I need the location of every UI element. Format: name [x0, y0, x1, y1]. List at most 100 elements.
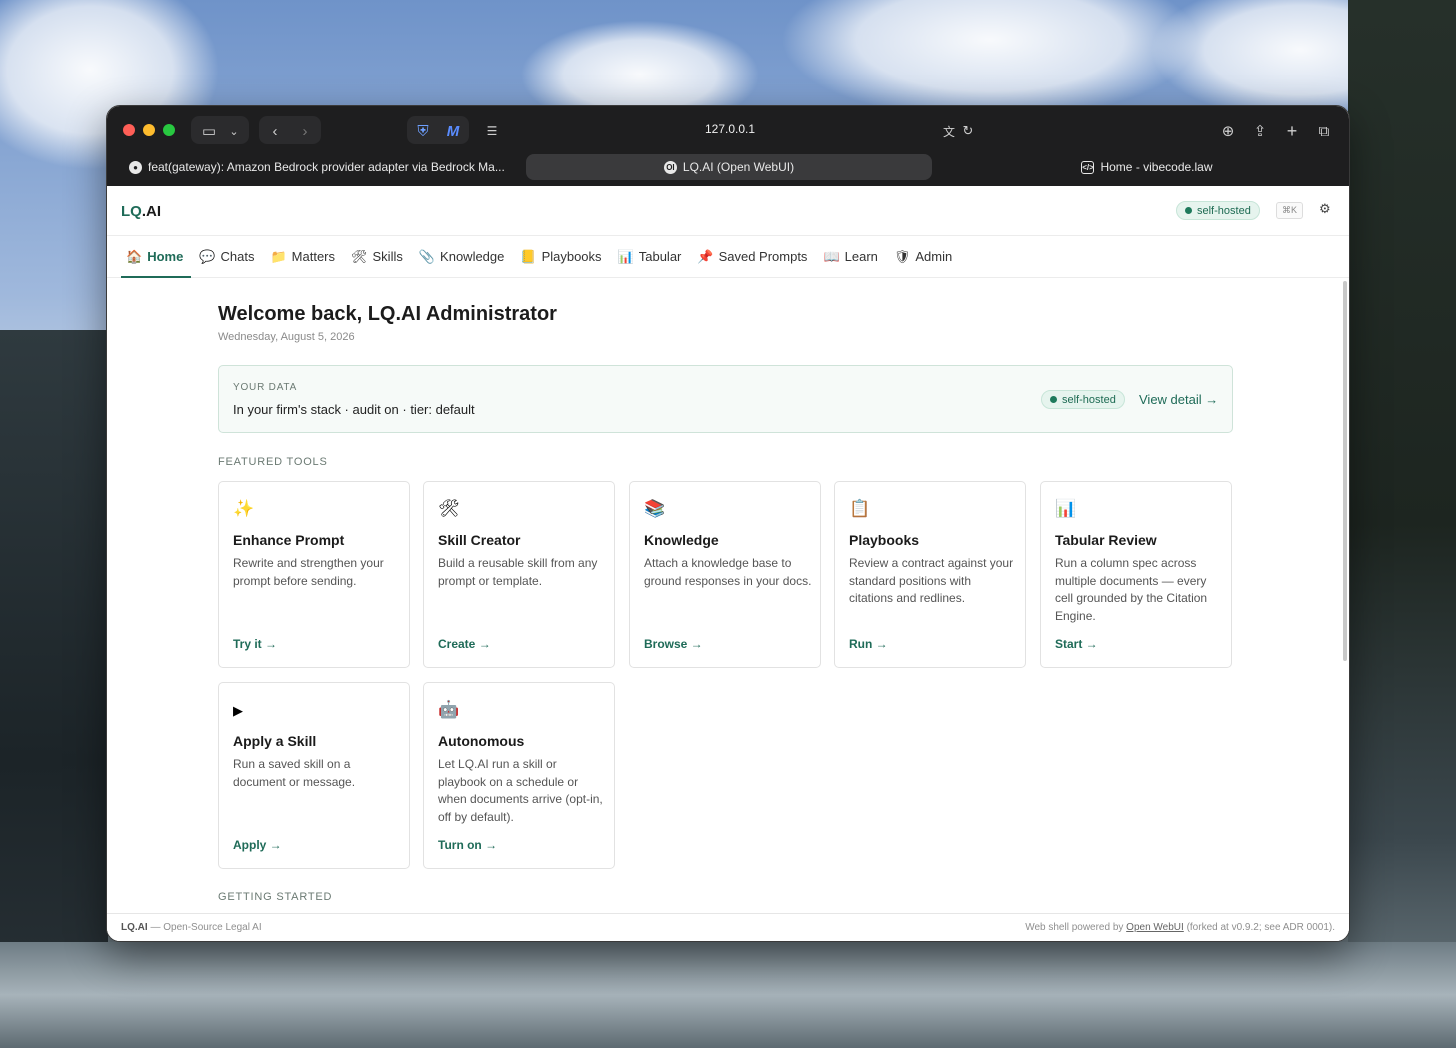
back-icon[interactable]: ‹	[265, 119, 285, 143]
tab-label: feat(gateway): Amazon Bedrock provider a…	[148, 160, 505, 174]
share-icon[interactable]: ⇪	[1249, 119, 1271, 143]
card-title: Skill Creator	[438, 532, 521, 548]
create-link[interactable]: Create →	[438, 637, 491, 651]
card-title: Enhance Prompt	[233, 532, 345, 548]
brand-logo[interactable]: LQ.AI	[121, 203, 161, 220]
m-extension-icon[interactable]: M	[443, 119, 463, 143]
zoom-window-button[interactable]	[163, 124, 175, 136]
download-icon[interactable]: ⊕	[1217, 119, 1239, 143]
card-description: Build a reusable skill from any prompt o…	[438, 556, 598, 588]
nav-label: Knowledge	[440, 249, 505, 264]
pushpin-icon: 📌	[697, 248, 714, 264]
tab-learn[interactable]: 📖 Learn	[818, 236, 888, 277]
page-scrollbar[interactable]	[1343, 281, 1347, 661]
play-icon: ▶	[233, 703, 243, 718]
footer-brand: LQ.AI	[121, 922, 148, 933]
try-it-link[interactable]: Try it →	[233, 637, 277, 651]
page-menu-icon[interactable]: ☰	[483, 119, 501, 143]
tab-vibecode[interactable]: </> Home - vibecode.law	[947, 154, 1347, 180]
card-tabular-review[interactable]: 📊 Tabular Review Run a column spec acros…	[1040, 481, 1232, 668]
tab-admin[interactable]: 🛡 Admin	[889, 236, 963, 277]
close-window-button[interactable]	[123, 124, 135, 136]
card-enhance-prompt[interactable]: ✨ Enhance Prompt Rewrite and strengthen …	[218, 481, 410, 668]
turn-on-link[interactable]: Turn on →	[438, 838, 497, 852]
bar-chart-icon: 📊	[617, 248, 634, 264]
translate-icon[interactable]: 文	[939, 119, 959, 143]
card-title: Apply a Skill	[233, 733, 317, 749]
status-dot-icon	[1050, 396, 1057, 403]
tab-home[interactable]: 🏠 Home	[121, 236, 194, 278]
tab-matters[interactable]: 📁 Matters	[265, 236, 346, 277]
view-detail-link[interactable]: View detail →	[1139, 392, 1218, 407]
tab-playbooks[interactable]: 📒 Playbooks	[515, 236, 612, 277]
command-palette-shortcut[interactable]: ⌘K	[1276, 202, 1304, 219]
current-date: Wednesday, August 5, 2026	[218, 331, 355, 343]
sparkles-icon: ✨	[233, 499, 255, 518]
sidebar-icon[interactable]: ▭	[199, 119, 219, 143]
books-icon: 📚	[644, 499, 666, 518]
bar-chart-icon: 📊	[1055, 499, 1077, 518]
apply-link[interactable]: Apply →	[233, 838, 282, 852]
page-title: Welcome back, LQ.AI Administrator	[218, 303, 557, 325]
card-playbooks[interactable]: 📋 Playbooks Review a contract against yo…	[834, 481, 1026, 668]
github-icon: ●	[129, 160, 142, 174]
card-description: Let LQ.AI run a skill or playbook on a s…	[438, 757, 603, 824]
data-status-badge: self-hosted	[1041, 390, 1125, 409]
footer-right: Web shell powered by Open WebUI (forked …	[1025, 922, 1335, 933]
new-tab-icon[interactable]: +	[1281, 119, 1303, 143]
forward-icon[interactable]: ›	[295, 119, 315, 143]
card-knowledge[interactable]: 📚 Knowledge Attach a knowledge base to g…	[629, 481, 821, 668]
getting-started-heading: GETTING STARTED	[218, 891, 333, 903]
minimize-window-button[interactable]	[143, 124, 155, 136]
tab-label: LQ.AI (Open WebUI)	[682, 160, 795, 174]
card-description: Rewrite and strengthen your prompt befor…	[233, 556, 384, 588]
card-description: Run a saved skill on a document or messa…	[233, 757, 356, 789]
card-skill-creator[interactable]: 🛠 Skill Creator Build a reusable skill f…	[423, 481, 615, 668]
nav-label: Skills	[372, 249, 403, 264]
featured-tools-heading: FEATURED TOOLS	[218, 456, 328, 468]
home-content[interactable]: Welcome back, LQ.AI Administrator Wednes…	[107, 279, 1343, 913]
nav-label: Tabular	[638, 249, 682, 264]
open-webui-link[interactable]: Open WebUI	[1126, 922, 1184, 933]
card-title: Autonomous	[438, 733, 525, 749]
reload-icon[interactable]: ↻	[959, 119, 977, 143]
app-header: LQ.AI self-hosted ⌘K ⚙	[107, 186, 1349, 236]
tab-saved-prompts[interactable]: 📌 Saved Prompts	[692, 236, 818, 277]
tools-icon: 🛠	[351, 248, 368, 264]
nav-label: Admin	[915, 249, 953, 264]
app-root: LQ.AI self-hosted ⌘K ⚙ 🏠 Home 💬 Chats 📁 Mat…	[107, 186, 1349, 941]
tab-github-pr[interactable]: ● feat(gateway): Amazon Bedrock provider…	[129, 154, 519, 180]
run-link[interactable]: Run →	[849, 637, 888, 651]
status-dot-icon	[1185, 207, 1192, 214]
chat-bubble-icon: 💬	[199, 248, 216, 264]
status-badge: self-hosted	[1176, 201, 1260, 220]
your-data-panel: YOUR DATA In your firm's stack · audit o…	[218, 365, 1233, 433]
nav-label: Playbooks	[541, 249, 602, 264]
tab-tabular[interactable]: 📊 Tabular	[613, 236, 693, 277]
status-badge-label: self-hosted	[1197, 204, 1251, 217]
card-autonomous[interactable]: 🤖 Autonomous Let LQ.AI run a skill or pl…	[423, 682, 615, 869]
card-title: Tabular Review	[1055, 532, 1157, 548]
tab-chats[interactable]: 💬 Chats	[194, 236, 265, 277]
robot-icon: 🤖	[438, 700, 460, 719]
card-description: Run a column spec across multiple docume…	[1055, 556, 1208, 623]
browse-link[interactable]: Browse →	[644, 637, 703, 651]
main-nav: 🏠 Home 💬 Chats 📁 Matters 🛠 Skills 📎 Knowledge…	[107, 236, 1349, 278]
tab-knowledge[interactable]: 📎 Knowledge	[414, 236, 516, 277]
tab-skills[interactable]: 🛠 Skills	[346, 236, 414, 277]
shield-icon: 🛡	[893, 248, 911, 264]
start-link[interactable]: Start →	[1055, 637, 1098, 651]
brand-prefix: LQ	[121, 203, 142, 220]
gear-icon[interactable]: ⚙	[1319, 201, 1331, 217]
address-bar[interactable]: 127.0.0.1	[667, 122, 793, 136]
bitwarden-shield-icon[interactable]: ⛨	[413, 119, 433, 143]
openwebui-icon: OI	[663, 160, 677, 174]
tab-overview-icon[interactable]: ⧉	[1313, 119, 1335, 143]
card-apply-skill[interactable]: ▶ Apply a Skill Run a saved skill on a d…	[218, 682, 410, 869]
home-icon: 🏠	[126, 248, 143, 264]
ledger-icon: 📒	[520, 248, 537, 264]
footer-tagline: — Open-Source Legal AI	[147, 922, 262, 933]
tab-lqai[interactable]: OI LQ.AI (Open WebUI)	[526, 154, 932, 180]
chevron-down-icon[interactable]: ⌄	[225, 119, 243, 143]
nav-label: Matters	[291, 249, 335, 264]
